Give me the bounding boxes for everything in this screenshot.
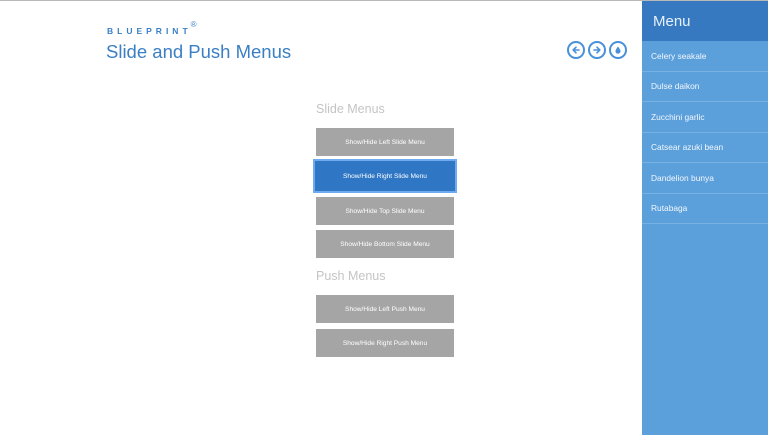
right-push-menu-button[interactable]: Show/Hide Right Push Menu bbox=[316, 329, 454, 357]
side-menu-item[interactable]: Catsear azuki bean bbox=[642, 133, 768, 163]
side-menu-item[interactable]: Rutabaga bbox=[642, 194, 768, 224]
side-menu-item[interactable]: Celery seakale bbox=[642, 41, 768, 72]
side-menu-item[interactable]: Dulse daikon bbox=[642, 72, 768, 102]
bottom-slide-menu-button[interactable]: Show/Hide Bottom Slide Menu bbox=[316, 230, 454, 258]
page-title: Slide and Push Menus bbox=[106, 41, 292, 62]
right-slide-menu: Menu Celery seakale Dulse daikon Zucchin… bbox=[642, 1, 768, 435]
prev-button[interactable] bbox=[567, 41, 585, 59]
top-slide-menu-button[interactable]: Show/Hide Top Slide Menu bbox=[316, 197, 454, 225]
arrow-right-icon bbox=[593, 46, 601, 54]
next-button[interactable] bbox=[588, 41, 606, 59]
brand-registered-mark: ® bbox=[190, 20, 197, 29]
push-menus-heading: Push Menus bbox=[316, 269, 386, 283]
page: BLUEPRINT® Slide and Push Menus Slide Me… bbox=[0, 0, 768, 435]
drop-icon bbox=[615, 46, 621, 54]
side-menu-item[interactable]: Zucchini garlic bbox=[642, 102, 768, 133]
nav-icons bbox=[567, 41, 627, 59]
slide-menus-heading: Slide Menus bbox=[316, 102, 385, 116]
right-slide-menu-button[interactable]: Show/Hide Right Slide Menu bbox=[315, 161, 455, 191]
arrow-left-icon bbox=[572, 46, 580, 54]
side-menu-title: Menu bbox=[642, 1, 768, 41]
side-menu-item[interactable]: Dandelion bunya bbox=[642, 163, 768, 194]
drop-button[interactable] bbox=[609, 41, 627, 59]
brand-logo: BLUEPRINT® bbox=[107, 20, 197, 36]
left-slide-menu-button[interactable]: Show/Hide Left Slide Menu bbox=[316, 128, 454, 156]
left-push-menu-button[interactable]: Show/Hide Left Push Menu bbox=[316, 295, 454, 323]
brand-name: BLUEPRINT bbox=[107, 25, 192, 36]
